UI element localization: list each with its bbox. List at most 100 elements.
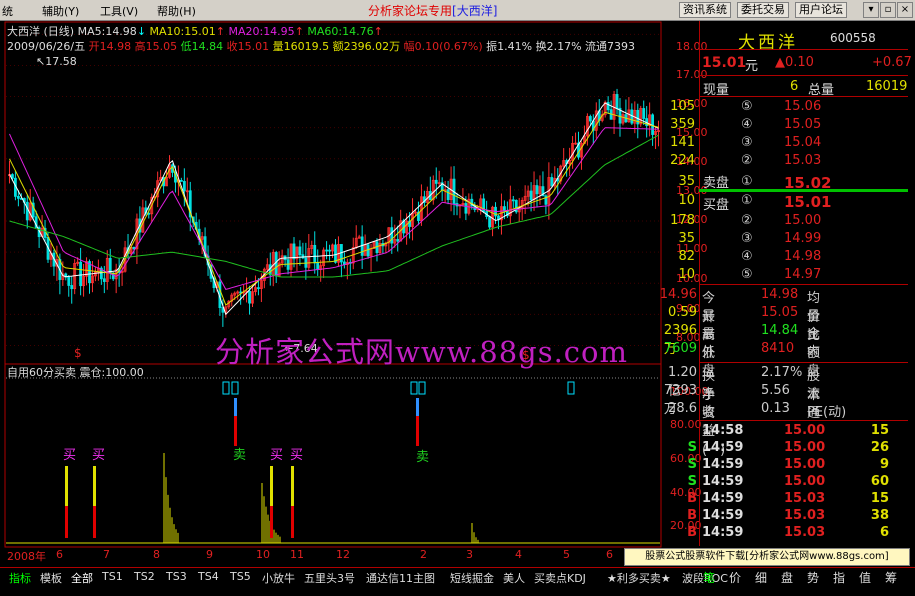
tick-volume: 6 — [879, 525, 889, 540]
tab-indicator[interactable]: 短线掘金 — [450, 570, 494, 586]
menu-help[interactable]: 帮助(H) — [157, 3, 196, 19]
tick-price: 15.00 — [784, 457, 826, 472]
arrow-up-icon: ↑ — [373, 25, 383, 38]
order-index: ④ — [741, 249, 753, 264]
ind-tick: 80.00 — [670, 418, 702, 431]
stat-value: 7609 — [663, 341, 697, 356]
tab-indicator[interactable]: 五里头3号 — [304, 570, 355, 586]
order-index: ② — [741, 213, 753, 228]
trade-button[interactable]: 委托交易 — [737, 2, 789, 18]
date-tick: 9 — [206, 548, 213, 561]
tick-time: 14:59 — [702, 508, 744, 523]
candle-body — [268, 264, 272, 276]
tab-indicator[interactable]: 小放牛 — [262, 570, 295, 586]
spread-divider — [699, 189, 908, 192]
buy-signal: 买 — [290, 448, 304, 463]
buy-signal: 买 — [92, 448, 106, 463]
restore-icon[interactable]: ▫ — [880, 2, 896, 18]
order-volume: 10 — [678, 193, 695, 208]
ma5-label: MA5:14.98 — [77, 25, 137, 38]
menu-tools[interactable]: 工具(V) — [100, 3, 138, 19]
vol-value: 6 — [790, 79, 799, 94]
tab-indicator[interactable]: 全部 — [71, 570, 93, 586]
tab-indicator[interactable]: 指标 — [9, 570, 31, 586]
forum-button[interactable]: 用户论坛 — [795, 2, 847, 18]
panel-tab[interactable]: 筹 — [885, 569, 897, 586]
tab-indicator[interactable]: TS4 — [198, 570, 219, 583]
chart-header: 大西洋 (日线) MA5:14.98↓ MA10:15.01↑ MA20:14.… — [7, 23, 383, 39]
title-text: 分析家论坛专用 — [368, 4, 453, 18]
tick-volume: 9 — [879, 457, 889, 472]
quote-turnover: 换2.17% — [535, 40, 582, 53]
kline-chart[interactable] — [4, 21, 668, 567]
buy-bar-bottom — [270, 506, 273, 538]
divider — [699, 284, 908, 285]
tab-indicator[interactable]: TS2 — [134, 570, 155, 583]
order-price: 14.98 — [784, 249, 822, 264]
tab-indicator[interactable]: TS5 — [230, 570, 251, 583]
stat-value: 0.59 — [668, 305, 697, 320]
fund-value: 0.13 — [761, 401, 790, 416]
date-tick: 7 — [103, 548, 110, 561]
menu-bar: 统 辅助(Y) 工具(V) 帮助(H) 分析家论坛专用[大西洋] 资讯系统 委托… — [0, 0, 915, 21]
tick-price: 15.00 — [784, 474, 826, 489]
fund-value: 2.17% — [761, 365, 803, 380]
tick-side: S — [687, 474, 697, 489]
sell-bar-top — [234, 398, 237, 416]
quote-line: 2009/06/26/五 开14.98 高15.05 低14.84 收15.01… — [7, 38, 635, 54]
candle-body — [257, 287, 260, 290]
buy-bar-top — [291, 466, 294, 506]
tab-indicator[interactable]: 美人 — [503, 570, 525, 586]
buy-signal: 买 — [270, 448, 284, 463]
order-volume: 82 — [678, 249, 695, 264]
ma60-label: MA60:14.76 — [307, 25, 374, 38]
divider — [699, 49, 908, 50]
order-index: ① — [741, 174, 753, 189]
tab-indicator[interactable]: TS3 — [166, 570, 187, 583]
order-price: 15.03 — [784, 153, 822, 168]
candle-body — [102, 278, 106, 282]
info-system-button[interactable]: 资讯系统 — [679, 2, 731, 18]
order-index: ② — [741, 153, 753, 168]
tab-indicator[interactable]: 通达信11主图 — [366, 570, 435, 586]
order-volume: 359 — [670, 117, 695, 132]
candle-body — [550, 177, 554, 187]
tick-side: S — [687, 440, 697, 455]
tick-price: 15.03 — [784, 508, 826, 523]
arrow-up-icon: ↑ — [215, 25, 225, 38]
menu-assist[interactable]: 辅助(Y) — [42, 3, 79, 19]
tick-volume: 15 — [870, 423, 889, 438]
candle-body — [535, 185, 539, 195]
panel-tab[interactable]: 盘 — [781, 569, 793, 586]
tab-indicator[interactable]: 买卖点KDJ — [534, 570, 586, 586]
order-volume: 10 — [678, 267, 695, 282]
close-icon[interactable]: × — [897, 2, 913, 18]
divider — [699, 420, 908, 421]
tab-indicator[interactable]: ★利多买卖★ — [607, 570, 671, 586]
indicator-label: 自用60分买卖 震仓:100.00 — [7, 364, 144, 380]
tick-time: 14:59 — [702, 457, 744, 472]
candle-body — [313, 245, 317, 264]
candle-body — [606, 101, 610, 111]
panel-tab[interactable]: 笔 — [703, 569, 715, 586]
panel-tab[interactable]: 细 — [755, 569, 767, 586]
panel-tab[interactable]: 价 — [729, 569, 741, 586]
ad-banner[interactable]: 股票公式股票软件下载[分析家公式网www.88gs.com] — [624, 548, 910, 566]
candle-body — [67, 276, 71, 286]
date-tick: 8 — [153, 548, 160, 561]
menu-system[interactable]: 统 — [2, 3, 13, 19]
tick-time: 14:59 — [702, 491, 744, 506]
last-price: 15.01 — [702, 55, 747, 71]
candle-body — [334, 244, 337, 263]
arrow-up-icon: ↑ — [294, 25, 304, 38]
panel-tab[interactable]: 势 — [807, 569, 819, 586]
buy-bar-top — [93, 466, 96, 506]
panel-tab[interactable]: 指 — [833, 569, 845, 586]
tab-indicator[interactable]: TS1 — [102, 570, 123, 583]
date-tick: 12 — [336, 548, 350, 561]
panel-tab[interactable]: 值 — [859, 569, 871, 586]
tab-indicator[interactable]: 模板 — [40, 570, 62, 586]
minimize-icon[interactable]: ▾ — [863, 2, 879, 18]
divider — [699, 96, 908, 97]
tick-volume: 38 — [870, 508, 889, 523]
